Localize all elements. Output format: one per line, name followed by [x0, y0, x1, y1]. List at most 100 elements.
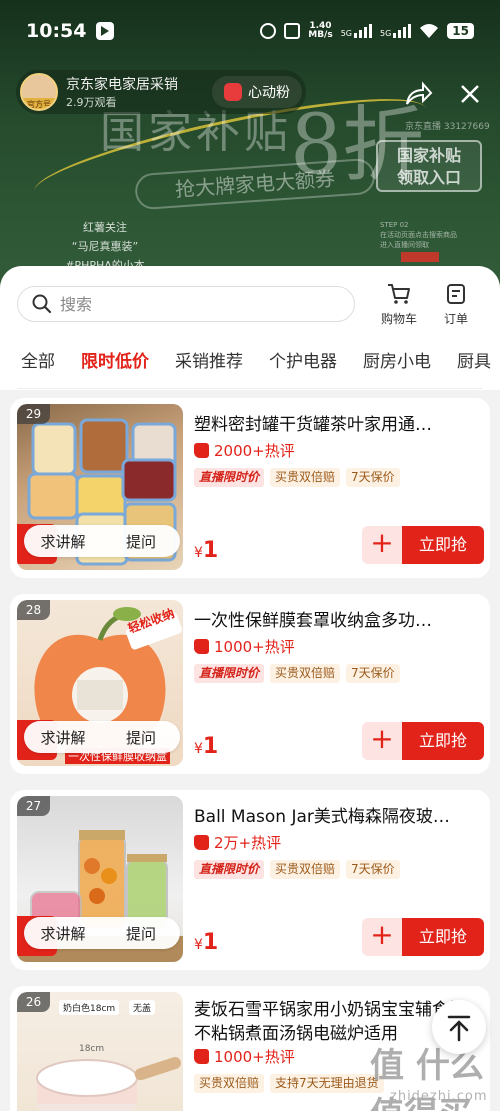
host-badge: 官方号: [22, 98, 56, 109]
search-bar[interactable]: [17, 286, 355, 322]
review-count: 1000+热评: [214, 1048, 295, 1066]
tab-cookware[interactable]: 厨具: [444, 348, 500, 382]
step-label: STEP 02: [380, 221, 409, 229]
question-button[interactable]: 提问: [102, 727, 180, 748]
add-to-cart-button[interactable]: +: [362, 722, 402, 760]
buy-now-button[interactable]: 立即抢: [402, 918, 484, 956]
buy-now-button[interactable]: 立即抢: [402, 722, 484, 760]
product-reviews: 1000+热评: [194, 1046, 295, 1067]
product-tags: 直播限时价 买贵双倍赔 7天保价: [194, 860, 400, 879]
share-icon[interactable]: [403, 80, 433, 108]
order-button[interactable]: 订单: [431, 282, 481, 327]
rank-badge: 28: [17, 600, 50, 620]
tab-personal-care[interactable]: 个护电器: [256, 348, 350, 382]
add-to-cart-button[interactable]: +: [362, 918, 402, 956]
product-tags: 买贵双倍赔 支持7天无理由退货: [194, 1074, 384, 1093]
product-price: ¥1: [194, 538, 218, 563]
signal-icon-2: 5G: [380, 24, 412, 38]
ask-pill: 求讲解 提问: [24, 525, 180, 557]
alarm-icon: [260, 23, 277, 39]
product-card[interactable]: 轻松收纳 一次性保鲜膜收纳盒 28 求讲解 提问 一次性保鲜膜套罩收纳盒多功… …: [10, 594, 490, 774]
product-tags: 直播限时价 买贵双倍赔 7天保价: [194, 468, 400, 487]
signal-icon-1: 5G: [341, 24, 372, 38]
subsidy-line2: 领取入口: [396, 168, 461, 187]
product-list: 29 求讲解 提问 塑料密封罐干货罐茶叶家用通… 2000+热评 直播限时价 买…: [0, 390, 500, 1111]
price-value: 1: [202, 538, 219, 563]
follow-label: 心动粉: [248, 85, 290, 101]
size-label: 18cm: [79, 1044, 105, 1054]
cart-button[interactable]: 购物车: [374, 282, 424, 327]
product-card[interactable]: 27 求讲解 提问 Ball Mason Jar美式梅森隔夜玻… 2万+热评 直…: [10, 790, 490, 970]
question-button[interactable]: 提问: [102, 923, 180, 944]
tab-kitchen-appliances[interactable]: 厨房小电: [350, 348, 444, 382]
product-thumbnail[interactable]: 奶白色18cm 无盖 18cm 26: [17, 992, 183, 1111]
question-button[interactable]: 提问: [102, 531, 180, 552]
live-room-id: 京东直播 33127669: [405, 122, 490, 132]
explain-request-button[interactable]: 求讲解: [24, 923, 102, 944]
subsidy-entry[interactable]: 国家补贴 领取入口: [376, 140, 482, 192]
tab-buyer-picks[interactable]: 采销推荐: [162, 348, 256, 382]
notice-line-2: “马尼真惠装”: [71, 240, 139, 253]
product-sheet: 购物车 订单 全部 限时低价 采销推荐 个护电器 厨房小电 厨具: [0, 266, 500, 1111]
product-reviews: 2万+热评: [194, 832, 281, 853]
host-name: 京东家电家居采销: [66, 77, 178, 93]
watermark-url: zhidezhi.com: [390, 1089, 488, 1104]
search-icon: [32, 294, 52, 314]
arrow-up-icon: [447, 1015, 471, 1042]
buy-group: + 立即抢: [362, 526, 484, 564]
follow-button[interactable]: 心动粉: [212, 76, 302, 108]
add-to-cart-button[interactable]: +: [362, 526, 402, 564]
buy-now-button[interactable]: 立即抢: [402, 526, 484, 564]
back-to-top-button[interactable]: [432, 1000, 486, 1054]
explain-request-button[interactable]: 求讲解: [24, 531, 102, 552]
buy-group: + 立即抢: [362, 918, 484, 956]
currency-symbol: ¥: [194, 741, 203, 757]
cart-label: 购物车: [380, 312, 417, 326]
wifi-icon: [420, 24, 439, 38]
product-title[interactable]: Ball Mason Jar美式梅森隔夜玻…: [194, 802, 484, 827]
product-tags: 直播限时价 买贵双倍赔 7天保价: [194, 664, 400, 683]
notice-line-1: 红薯关注: [83, 221, 127, 234]
sig2-label: 5G: [380, 29, 392, 38]
product-reviews: 2000+热评: [194, 440, 295, 461]
search-input[interactable]: [60, 294, 320, 314]
lid-tag: 无盖: [129, 1000, 156, 1015]
thumbs-up-icon: [194, 443, 209, 458]
product-card[interactable]: 29 求讲解 提问 塑料密封罐干货罐茶叶家用通… 2000+热评 直播限时价 买…: [10, 398, 490, 578]
tag-price-guarantee: 买贵双倍赔: [194, 1074, 265, 1093]
host-info: 京东家电家居采销 2.9万观看: [66, 74, 178, 110]
tag-live-price: 直播限时价: [194, 860, 265, 879]
product-title[interactable]: 一次性保鲜膜套罩收纳盒多功…: [194, 606, 484, 631]
category-tabs: 全部 限时低价 采销推荐 个护电器 厨房小电 厨具: [0, 348, 500, 382]
tag-price-protect: 7天保价: [346, 468, 400, 487]
currency-symbol: ¥: [194, 937, 203, 953]
tag-price-guarantee: 买贵双倍赔: [270, 468, 341, 487]
tab-all[interactable]: 全部: [0, 348, 68, 382]
product-title[interactable]: 塑料密封罐干货罐茶叶家用通…: [194, 410, 484, 435]
product-reviews: 1000+热评: [194, 636, 295, 657]
status-time: 10:54: [26, 20, 87, 42]
host-views: 2.9万观看: [66, 96, 117, 109]
step-highlight: [401, 252, 439, 262]
tag-live-price: 直播限时价: [194, 664, 265, 683]
product-price: ¥1: [194, 930, 218, 955]
host-info-pill[interactable]: 官方号 京东家电家居采销 2.9万观看 心动粉: [16, 70, 306, 114]
mute-icon: [284, 23, 301, 39]
price-value: 1: [202, 734, 219, 759]
net-speed: 1.40 MB/s: [308, 22, 332, 40]
order-icon: [447, 284, 465, 304]
battery-indicator: 15: [447, 23, 474, 39]
review-count: 2万+热评: [214, 834, 282, 852]
rank-badge: 29: [17, 404, 50, 424]
review-count: 2000+热评: [214, 442, 295, 460]
host-avatar[interactable]: 官方号: [20, 73, 58, 111]
tab-flash-price[interactable]: 限时低价: [68, 348, 162, 382]
thumbs-up-icon: [194, 835, 209, 850]
status-bar: 10:54 1.40 MB/s 5G 5G 15: [0, 0, 500, 62]
thumbs-up-icon: [194, 639, 209, 654]
explain-request-button[interactable]: 求讲解: [24, 727, 102, 748]
tag-price-protect: 7天保价: [346, 664, 400, 683]
close-icon[interactable]: [456, 80, 484, 108]
tab-divider: [17, 388, 483, 389]
app-notification-icon: [96, 22, 115, 40]
